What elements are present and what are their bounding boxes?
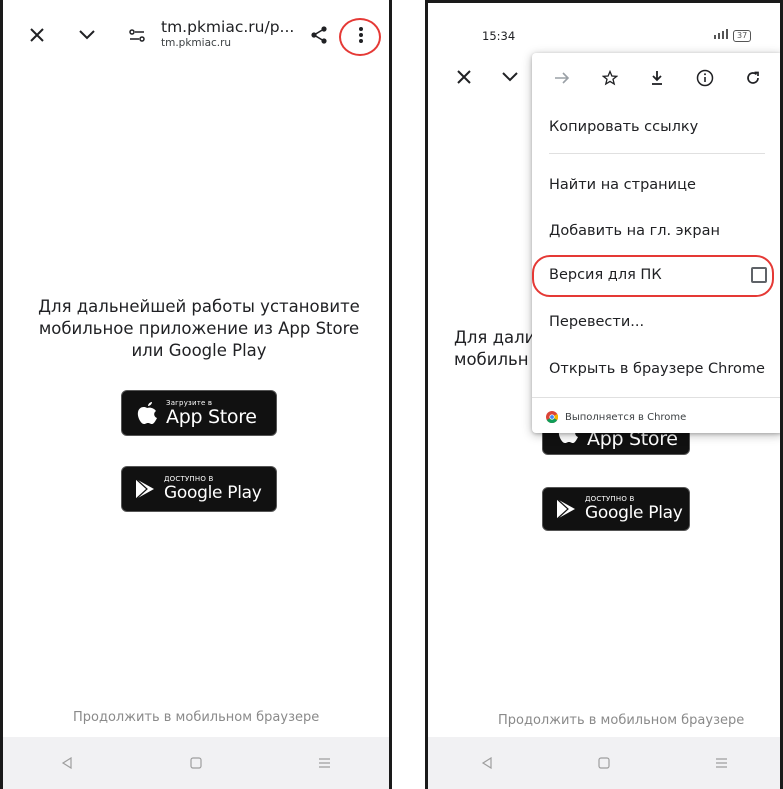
menu-divider (549, 153, 765, 154)
menu-item-open-in-chrome[interactable]: Открыть в браузере Chrome (532, 345, 780, 393)
home-icon[interactable] (184, 751, 208, 775)
chevron-down-icon[interactable] (496, 63, 524, 91)
highlight-circle (339, 18, 381, 56)
menu-item-label: Найти на странице (549, 177, 696, 193)
message-partial-2: мобильн (454, 350, 529, 369)
continue-in-browser-link[interactable]: Продолжить в мобильном браузере (73, 710, 319, 725)
menu-item-label: Копировать ссылку (549, 119, 699, 135)
system-nav-bar (3, 737, 389, 789)
right-phone-screen: 15:34 37 Для дали мобильн App Store ДОСТ… (425, 0, 783, 789)
system-nav-bar (428, 737, 780, 789)
recents-icon[interactable] (709, 751, 733, 775)
continue-in-browser-link[interactable]: Продолжить в мобильном браузере (498, 713, 744, 728)
menu-action-row (532, 53, 780, 103)
google-play-label: Google Play (164, 483, 262, 503)
app-store-button[interactable]: Загрузите в App Store (121, 390, 277, 436)
home-icon[interactable] (592, 751, 616, 775)
info-icon[interactable] (693, 66, 717, 90)
app-store-label: App Store (166, 406, 257, 428)
overflow-menu: Копировать ссылку Найти на странице Доба… (532, 53, 780, 433)
page-settings-icon[interactable] (123, 22, 151, 50)
menu-item-add-to-home[interactable]: Добавить на гл. экран (532, 207, 780, 255)
signal-icon (713, 29, 729, 42)
forward-icon[interactable] (550, 66, 574, 90)
message-line-1: Для дальнейшей работы установите (38, 297, 360, 316)
status-time: 15:34 (482, 29, 516, 43)
footer-label: Выполняется в Chrome (565, 411, 687, 423)
install-message-partial: Для дали мобильн (454, 327, 535, 371)
left-phone-screen: tm.pkmiac.ru/p... tm.pkmiac.ru Для дальн… (0, 0, 392, 789)
back-icon[interactable] (475, 751, 499, 775)
running-in-chrome-footer: Выполняется в Chrome (532, 401, 780, 433)
url-domain: tm.pkmiac.ru (161, 37, 232, 49)
close-icon[interactable] (450, 63, 478, 91)
menu-divider (532, 397, 780, 398)
message-line-2: мобильное приложение из App Store (38, 319, 360, 338)
google-play-button[interactable]: ДОСТУПНО В Google Play (542, 487, 690, 531)
star-icon[interactable] (598, 66, 622, 90)
status-icons: 37 (713, 29, 752, 42)
download-icon[interactable] (645, 66, 669, 90)
url-bar[interactable]: tm.pkmiac.ru/p... tm.pkmiac.ru (161, 18, 294, 49)
install-message: Для дальнейшей работы установите мобильн… (23, 296, 375, 362)
chevron-down-icon[interactable] (73, 21, 101, 49)
highlight-oval (532, 255, 774, 297)
google-play-label: Google Play (585, 503, 683, 523)
google-play-icon (555, 497, 577, 521)
custom-tab-toolbar: tm.pkmiac.ru/p... tm.pkmiac.ru (3, 4, 389, 66)
back-icon[interactable] (55, 751, 79, 775)
menu-item-copy-link[interactable]: Копировать ссылку (532, 103, 780, 151)
menu-item-label: Добавить на гл. экран (549, 223, 720, 239)
battery-level: 37 (733, 29, 752, 42)
google-play-icon (134, 477, 156, 501)
share-icon[interactable] (305, 21, 333, 49)
menu-item-translate[interactable]: Перевести... (532, 298, 780, 346)
refresh-icon[interactable] (741, 66, 765, 90)
recents-icon[interactable] (313, 751, 337, 775)
menu-item-label: Открыть в браузере Chrome (549, 361, 765, 377)
close-icon[interactable] (23, 21, 51, 49)
google-play-small-text: ДОСТУПНО В (164, 475, 214, 483)
google-play-small-text: ДОСТУПНО В (585, 495, 635, 503)
apple-icon (136, 400, 158, 426)
menu-item-label: Перевести... (549, 314, 645, 330)
message-line-3: или Google Play (131, 341, 267, 360)
menu-item-find-in-page[interactable]: Найти на странице (532, 161, 780, 209)
google-play-button[interactable]: ДОСТУПНО В Google Play (121, 466, 277, 512)
url-text: tm.pkmiac.ru/p... (161, 18, 295, 36)
message-partial-1: Для дали (454, 328, 536, 347)
chrome-icon (546, 411, 558, 423)
